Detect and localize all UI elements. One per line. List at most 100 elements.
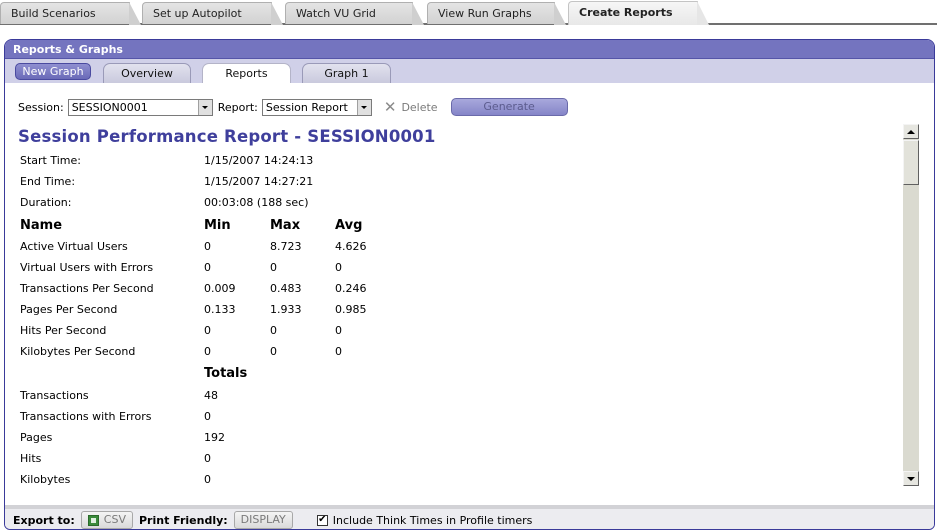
main-tab-bar: Build Scenarios Set up Autopilot Watch V…: [0, 0, 937, 25]
report-select[interactable]: Session Report: [261, 98, 372, 116]
total-name: Pages: [20, 431, 53, 444]
report-toolbar: Session: SESSION0001 Report: Session Rep…: [18, 97, 568, 117]
metric-avg: 4.626: [335, 240, 367, 253]
metric-avg: 0.246: [335, 282, 367, 295]
tab-label: Set up Autopilot: [153, 7, 242, 20]
export-label: Export to:: [13, 513, 75, 527]
totals-row: Transactions with Errors 0: [5, 410, 605, 424]
tab-label: Reports: [225, 67, 268, 80]
metric-name: Virtual Users with Errors: [20, 261, 154, 274]
metric-name: Transactions Per Second: [20, 282, 154, 295]
tab-label: Create Reports: [579, 6, 673, 19]
tab-label: Build Scenarios: [11, 7, 96, 20]
metric-min: 0.133: [204, 303, 236, 316]
metrics-row: Transactions Per Second 0.009 0.483 0.246: [5, 282, 605, 296]
check-icon: ✔: [318, 514, 327, 525]
metrics-row: Pages Per Second 0.133 1.933 0.985: [5, 303, 605, 317]
spreadsheet-icon: [87, 514, 99, 526]
think-times-label[interactable]: Include Think Times in Profile timers: [333, 514, 533, 527]
new-graph-button[interactable]: New Graph: [15, 63, 91, 80]
metrics-row: Virtual Users with Errors 0 0 0: [5, 261, 605, 275]
column-header-avg: Avg: [335, 218, 363, 233]
column-header-max: Max: [270, 218, 301, 233]
scrollbar-thumb[interactable]: [903, 140, 919, 185]
csv-label: CSV: [103, 513, 126, 526]
scroll-up-button[interactable]: [903, 124, 919, 139]
panel-title: Reports & Graphs: [5, 40, 934, 59]
display-button[interactable]: DISPLAY: [233, 511, 293, 529]
report-label: Report:: [217, 100, 258, 114]
export-csv-button[interactable]: CSV: [80, 511, 133, 529]
session-select[interactable]: SESSION0001: [67, 98, 213, 116]
total-value: 0: [204, 410, 211, 423]
delete-button[interactable]: ✕ Delete: [383, 98, 438, 116]
print-friendly-label: Print Friendly:: [138, 513, 228, 527]
info-label: Start Time:: [20, 154, 81, 167]
tab-label: Graph 1: [324, 67, 369, 80]
tab-set-up-autopilot[interactable]: Set up Autopilot: [142, 2, 283, 25]
tab-watch-vu-grid[interactable]: Watch VU Grid: [285, 2, 424, 25]
total-name: Hits: [20, 452, 42, 465]
totals-row: Kilobytes 0: [5, 473, 605, 487]
info-value: 00:03:08 (188 sec): [204, 196, 309, 209]
metric-max: 0: [270, 345, 277, 358]
metrics-row: Hits Per Second 0 0 0: [5, 324, 605, 338]
metric-max: 0.483: [270, 282, 302, 295]
tab-label: Overview: [121, 67, 173, 80]
metrics-row: Kilobytes Per Second 0 0 0: [5, 345, 605, 359]
tab-build-scenarios[interactable]: Build Scenarios: [0, 2, 141, 25]
total-name: Transactions with Errors: [20, 410, 152, 423]
report-footer: Export to: CSV Print Friendly: DISPLAY ✔…: [5, 505, 934, 529]
session-label: Session:: [18, 100, 64, 114]
metric-min: 0: [204, 261, 211, 274]
scroll-down-button[interactable]: [903, 471, 919, 486]
metric-max: 1.933: [270, 303, 302, 316]
metric-name: Pages Per Second: [20, 303, 118, 316]
column-header-name: Name: [20, 218, 63, 233]
metric-avg: 0.985: [335, 303, 367, 316]
metric-name: Kilobytes Per Second: [20, 345, 136, 358]
metrics-row: Active Virtual Users 0 8.723 4.626: [5, 240, 605, 254]
info-value: 1/15/2007 14:27:21: [204, 175, 314, 188]
totals-row: Pages 192: [5, 431, 605, 445]
generate-button[interactable]: Generate: [450, 98, 568, 116]
metric-max: 8.723: [270, 240, 302, 253]
metric-max: 0: [270, 324, 277, 337]
chevron-down-icon[interactable]: [356, 99, 371, 115]
metric-min: 0.009: [204, 282, 236, 295]
tab-graph-1[interactable]: Graph 1: [302, 63, 391, 83]
metrics-header-row: Name Min Max Avg: [5, 218, 605, 234]
tab-label: View Run Graphs: [438, 7, 532, 20]
info-value: 1/15/2007 14:24:13: [204, 154, 314, 167]
vertical-scrollbar[interactable]: [903, 124, 919, 486]
tab-label: Watch VU Grid: [296, 7, 376, 20]
metric-avg: 0: [335, 261, 342, 274]
metric-max: 0: [270, 261, 277, 274]
totals-row: Hits 0: [5, 452, 605, 466]
info-label: Duration:: [20, 196, 72, 209]
metric-name: Active Virtual Users: [20, 240, 128, 253]
delete-label: Delete: [401, 100, 438, 114]
tab-reports[interactable]: Reports: [202, 63, 291, 83]
total-name: Transactions: [20, 389, 89, 402]
metric-min: 0: [204, 324, 211, 337]
arrow-up-icon: [907, 129, 915, 134]
total-value: 48: [204, 389, 218, 402]
total-name: Kilobytes: [20, 473, 71, 486]
reports-graphs-panel: Reports & Graphs New Graph Overview Repo…: [4, 39, 935, 530]
tab-overview[interactable]: Overview: [103, 63, 191, 83]
think-times-checkbox[interactable]: ✔: [316, 514, 328, 526]
totals-row: Transactions 48: [5, 389, 605, 403]
totals-header: Totals: [204, 366, 248, 381]
sub-tab-bar: New Graph Overview Reports Graph 1: [5, 59, 934, 83]
arrow-down-icon: [907, 476, 915, 481]
report-value: Session Report: [265, 100, 348, 114]
tab-create-reports[interactable]: Create Reports: [568, 1, 709, 25]
metric-avg: 0: [335, 324, 342, 337]
chevron-down-icon[interactable]: [197, 99, 212, 115]
metric-min: 0: [204, 240, 211, 253]
close-icon: ✕: [383, 98, 397, 116]
column-header-min: Min: [204, 218, 231, 233]
tab-view-run-graphs[interactable]: View Run Graphs: [427, 2, 566, 25]
session-value: SESSION0001: [71, 100, 148, 114]
